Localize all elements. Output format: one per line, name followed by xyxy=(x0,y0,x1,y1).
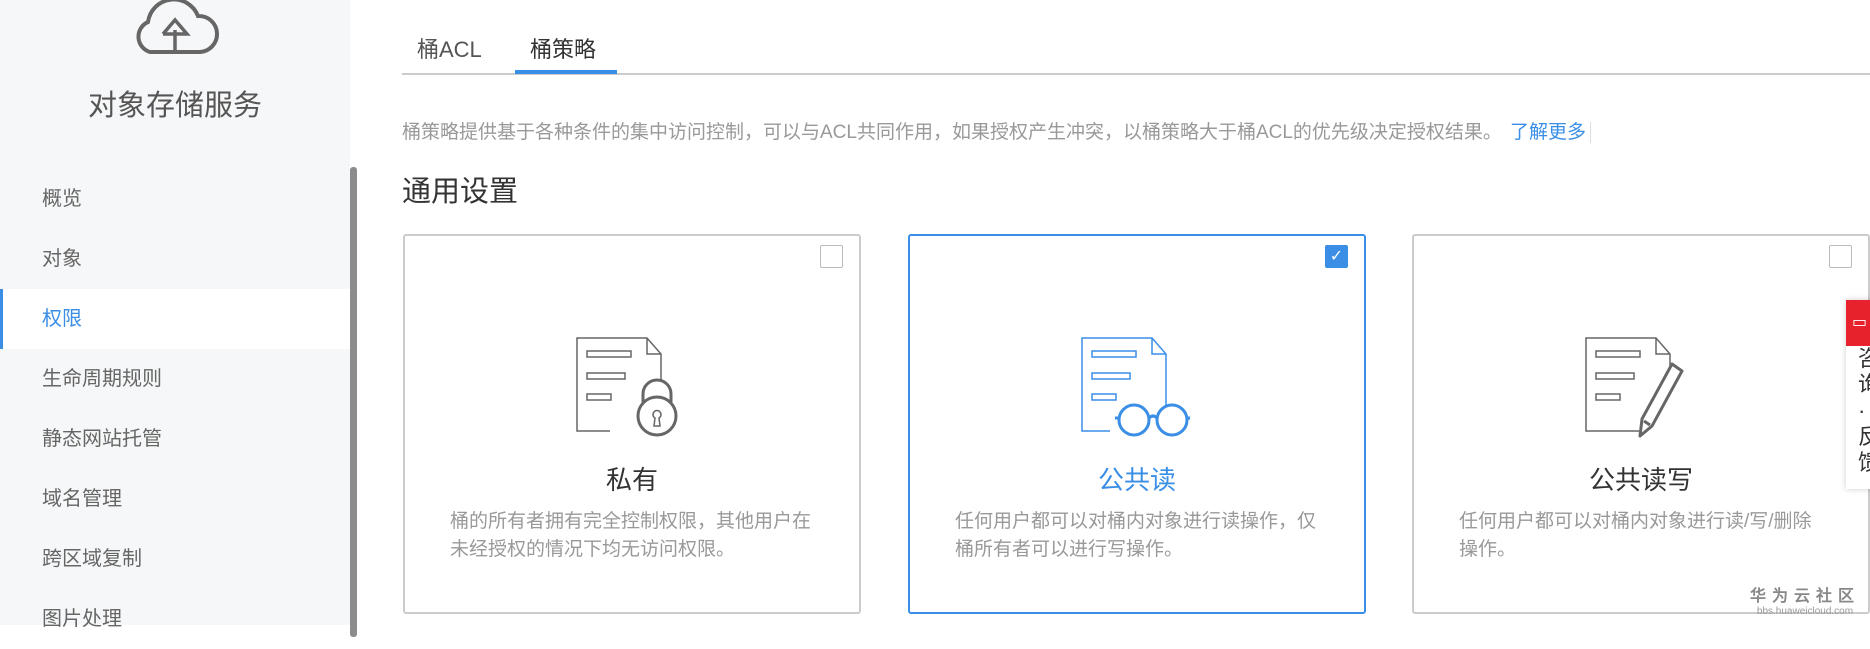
tab-bucket-acl[interactable]: 桶ACL xyxy=(417,32,482,64)
sidebar-item-overview[interactable]: 概览 xyxy=(0,169,350,229)
checkbox-public-read[interactable]: ✓ xyxy=(1325,245,1348,268)
sidebar-item-lifecycle[interactable]: 生命周期规则 xyxy=(0,349,350,409)
cloud-upload-icon xyxy=(136,0,220,54)
checkbox-private[interactable] xyxy=(820,245,843,268)
watermark: 华为云社区 bbs.huaweicloud.com xyxy=(1748,582,1862,617)
description-text: 桶策略提供基于各种条件的集中访问控制，可以与ACL共同作用，如果授权产生冲突，以… xyxy=(402,122,1502,143)
sidebar-item-permissions[interactable]: 权限 xyxy=(0,289,350,349)
sidebar: 对象存储服务 概览 对象 权限 生命周期规则 静态网站托管 域名管理 跨区域复制… xyxy=(0,0,350,630)
document-lock-icon xyxy=(576,337,678,437)
card-title: 公共读 xyxy=(1097,465,1176,495)
consult-feedback-widget[interactable]: ▭ 咨询·反馈 xyxy=(1846,300,1870,489)
sidebar-item-static-website[interactable]: 静态网站托管 xyxy=(0,409,350,469)
watermark-url: bbs.huaweicloud.com xyxy=(1756,606,1854,617)
card-description: 桶的所有者拥有完全控制权限，其他用户在未经授权的情况下均无访问权限。 xyxy=(450,511,812,560)
sidebar-item-image-processing[interactable]: 图片处理 xyxy=(0,589,350,649)
sidebar-item-objects[interactable]: 对象 xyxy=(0,229,350,289)
document-glasses-icon xyxy=(1081,337,1190,437)
card-description: 任何用户都可以对桶内对象进行读操作，仅桶所有者可以进行写操作。 xyxy=(955,511,1317,560)
active-tab-indicator xyxy=(515,70,617,74)
service-title: 对象存储服务 xyxy=(87,90,262,122)
card-description: 任何用户都可以对桶内对象进行读/写/删除操作。 xyxy=(1459,511,1812,560)
learn-more-link[interactable]: 了解更多 xyxy=(1509,122,1591,143)
document-pencil-icon xyxy=(1585,337,1684,438)
tab-bucket-policy[interactable]: 桶策略 xyxy=(530,32,596,64)
tab-bar: 桶ACL 桶策略 xyxy=(402,0,1870,75)
policy-description: 桶策略提供基于各种条件的集中访问控制，可以与ACL共同作用，如果授权产生冲突，以… xyxy=(402,117,1591,144)
chat-icon: ▭ xyxy=(1846,300,1870,346)
watermark-name: 华为云社区 xyxy=(1749,588,1860,605)
consult-feedback-label: 咨询·反馈 xyxy=(1858,346,1870,475)
checkbox-public-read-write[interactable] xyxy=(1829,245,1852,268)
card-title: 公共读写 xyxy=(1588,465,1693,495)
card-public-read[interactable]: ✓ 公共读 任何用户都可以对桶内对象进行读操作，仅桶所有者可以进行写操作。 xyxy=(908,234,1366,614)
card-title: 私有 xyxy=(605,465,658,495)
card-private[interactable]: 私有 桶的所有者拥有完全控制权限，其他用户在未经授权的情况下均无访问权限。 xyxy=(403,234,861,614)
sidebar-item-replication[interactable]: 跨区域复制 xyxy=(0,529,350,589)
section-title: 通用设置 xyxy=(402,176,519,208)
card-public-read-write[interactable]: 公共读写 任何用户都可以对桶内对象进行读/写/删除操作。 xyxy=(1412,234,1870,614)
sidebar-item-domains[interactable]: 域名管理 xyxy=(0,469,350,529)
sidebar-scrollbar[interactable] xyxy=(350,167,357,637)
